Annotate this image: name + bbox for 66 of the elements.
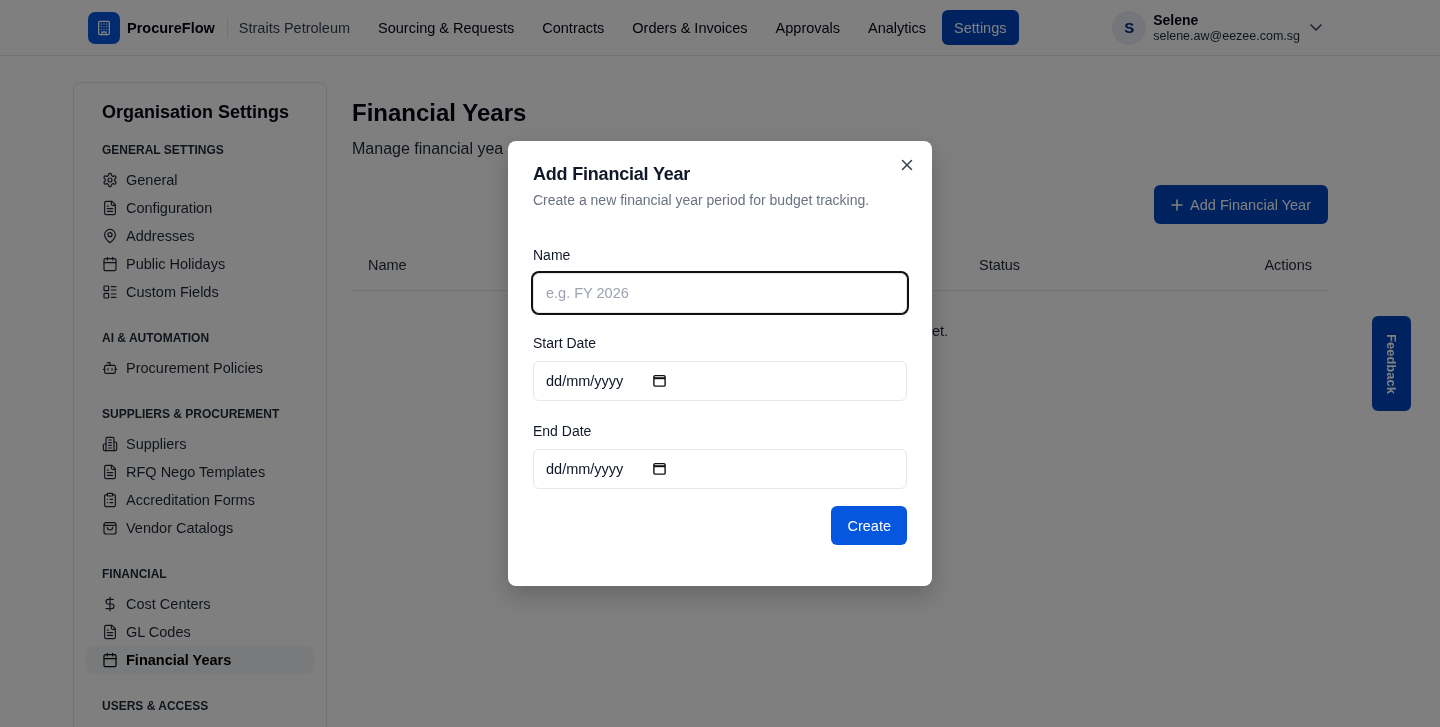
date-input[interactable]: dd/mm/yyyy [533,361,907,401]
user-avatar[interactable]: S [1112,10,1147,45]
sidebar-item[interactable]: GL Codes [86,618,314,646]
add-financial-year-button[interactable]: Add Financial Year [1154,185,1328,224]
nav-tab[interactable]: Analytics [856,10,939,45]
section-heading: SUPPLIERS & PROCUREMENT [101,406,281,422]
date-input[interactable]: dd/mm/yyyy [533,449,907,489]
modal-description: Create a new financial year period for budget tracking. [533,191,871,210]
sidebar-item[interactable]: Vendor Catalogs [86,514,314,542]
sidebar-item[interactable]: RFQ Nego Templates [86,458,314,486]
user-name: Selene [1153,11,1200,29]
nav-tab[interactable]: Orders & Invoices [620,10,760,45]
plus-icon [1171,198,1184,211]
chevron-down-icon[interactable] [1310,24,1322,31]
field-label: End Date [533,422,593,441]
gear-icon [102,172,118,188]
create-button[interactable]: Create [831,506,907,545]
nav-tab[interactable]: Contracts [530,10,617,45]
section-heading: FINANCIAL [101,566,168,582]
sidebar-item[interactable]: Configuration [86,194,314,222]
close-icon[interactable] [901,159,913,171]
robot-icon [102,360,118,376]
sidebar-item[interactable]: Financial Years [86,646,314,674]
column-header: Actions [1264,257,1312,273]
sidebar-item[interactable]: General [86,166,314,194]
bag-icon [102,520,118,536]
document-icon [102,200,118,216]
sidebar-item[interactable]: Suppliers [86,430,314,458]
clipboard-icon [102,492,118,508]
page-subtitle: Manage financial yea [352,139,505,159]
sidebar-item[interactable]: Public Holidays [86,250,314,278]
organisation-name: Straits Petroleum [238,19,351,36]
calendar-icon[interactable] [653,462,666,475]
list-icon [102,284,118,300]
sidebar-item[interactable]: Addresses [86,222,314,250]
nav-tab[interactable]: Settings [942,10,1019,45]
app-logo-icon[interactable] [88,11,120,44]
sidebar-item[interactable]: Custom Fields [86,278,314,306]
empty-state-text: et. [932,323,949,339]
column-header: Name [368,257,408,273]
section-heading: AI & AUTOMATION [101,330,211,346]
page-title: Financial Years [352,98,528,128]
sidebar-item[interactable]: Accreditation Forms [86,486,314,514]
document-icon [102,624,118,640]
sidebar-item[interactable]: Procurement Policies [86,354,314,382]
calendar-icon [102,256,118,272]
sidebar-title: Organisation Settings [101,101,291,124]
section-heading: USERS & ACCESS [101,698,210,714]
dollar-icon [102,596,118,612]
app-name: ProcureFlow [127,19,215,36]
feedback-tab[interactable]: Feedback [1372,316,1411,411]
text-input[interactable]: e.g. FY 2026 [533,273,907,313]
modal-title: Add Financial Year [533,163,692,186]
user-email: selene.aw@eezee.com.sg [1153,28,1300,44]
calendar-icon[interactable] [653,374,666,387]
field-label: Name [533,246,572,265]
section-heading: GENERAL SETTINGS [101,142,225,158]
sidebar-item[interactable]: Cost Centers [86,590,314,618]
calendar-icon [102,652,118,668]
nav-tab[interactable]: Sourcing & Requests [366,10,527,45]
map-pin-icon [102,228,118,244]
building-icon [102,436,118,452]
document-icon [102,464,118,480]
nav-tab[interactable]: Approvals [763,10,853,45]
column-header: Status [979,257,1022,273]
field-label: Start Date [533,334,598,353]
